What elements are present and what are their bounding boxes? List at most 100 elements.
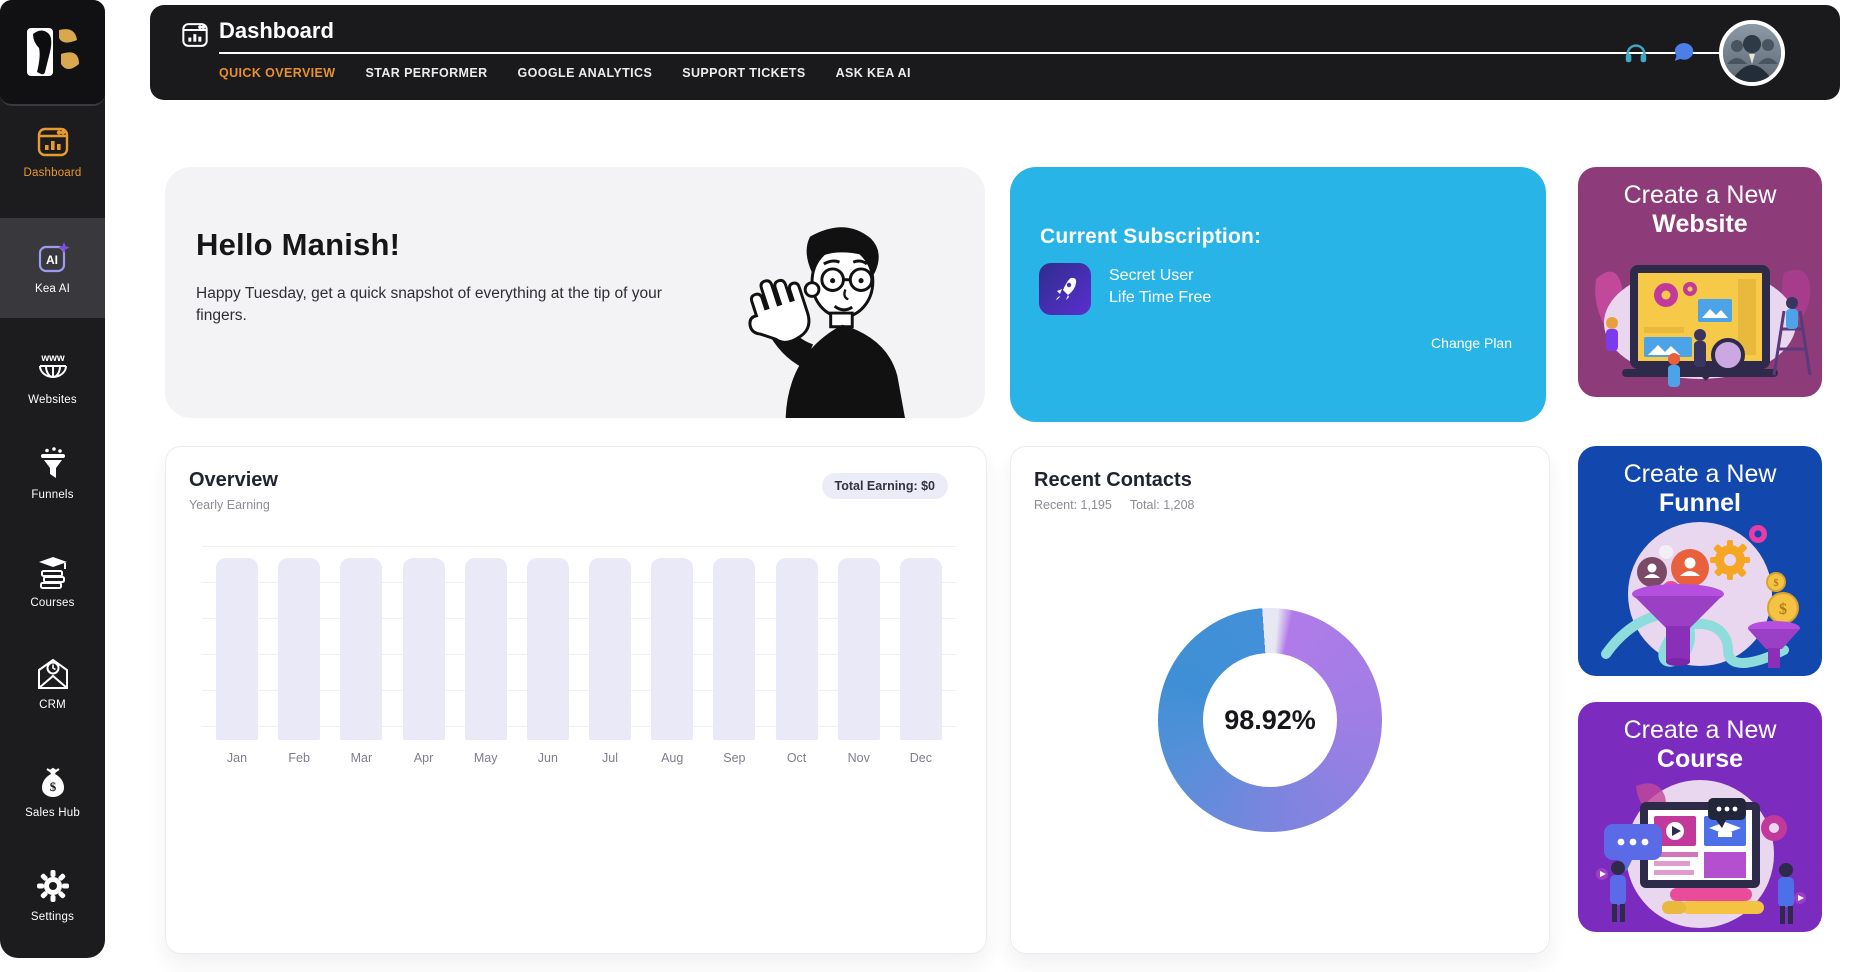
sidebar-item-crm[interactable]: CRM [0, 650, 105, 728]
app-logo[interactable] [0, 0, 105, 106]
settings-icon [35, 868, 71, 904]
header-tabs: QUICK OVERVIEW STAR PERFORMER GOOGLE ANA… [219, 62, 911, 84]
svg-text:$: $ [49, 779, 56, 794]
bar-month-label: May [474, 751, 498, 765]
bar-month-label: Nov [848, 751, 870, 765]
page-title: Dashboard [219, 18, 334, 44]
chat-icon[interactable] [1671, 40, 1697, 66]
courses-icon [35, 554, 71, 590]
svg-text:$: $ [1779, 601, 1787, 618]
svg-text:$: $ [1774, 578, 1779, 589]
create-website-card[interactable]: Create a New Website [1578, 167, 1822, 397]
sidebar-item-settings[interactable]: Settings [0, 862, 105, 940]
subscription-card: Current Subscription: Secret User Life T… [1010, 167, 1546, 422]
promo-line1: Create a New [1578, 181, 1822, 210]
plan-name: Secret User [1109, 267, 1193, 285]
bar-column: Jan [216, 558, 258, 765]
promo-line2: Website [1578, 210, 1822, 239]
create-course-card[interactable]: Create a New Course [1578, 702, 1822, 932]
bar [403, 558, 445, 740]
contacts-donut-chart: 98.92% [1158, 608, 1382, 832]
promo-line2: Funnel [1578, 489, 1822, 518]
sidebar-item-dashboard[interactable]: Dashboard [0, 118, 105, 210]
bar-month-label: Jul [602, 751, 618, 765]
svg-text:www: www [40, 353, 65, 364]
overview-title: Overview [189, 469, 278, 492]
tab-support-tickets[interactable]: SUPPORT TICKETS [682, 62, 805, 84]
contacts-recent: Recent: 1,195 [1034, 498, 1112, 512]
bar [278, 558, 320, 740]
sidebar-item-label: Kea AI [35, 283, 70, 295]
bar [589, 558, 631, 740]
tab-ask-kea-ai[interactable]: ASK KEA AI [836, 62, 911, 84]
bar-month-label: Mar [351, 751, 373, 765]
bar-column: Aug [651, 558, 693, 765]
bar-month-label: Feb [288, 751, 310, 765]
bar [776, 558, 818, 740]
website-illustration [1578, 239, 1822, 397]
bar [900, 558, 942, 740]
bar-column: May [465, 558, 507, 765]
dashboard-header-icon [180, 20, 210, 50]
overview-card: Overview Yearly Earning Total Earning: $… [165, 446, 987, 954]
rocket-icon [1050, 274, 1080, 304]
bar-month-label: Jun [538, 751, 558, 765]
greeting-card: Hello Manish! Happy Tuesday, get a quick… [165, 167, 985, 418]
bar-column: Dec [900, 558, 942, 765]
bar-month-label: Apr [414, 751, 433, 765]
sidebar-item-label: Websites [28, 394, 77, 406]
yearly-earning-bar-chart: Jan Feb Mar Apr May Jun Jul Aug Sep Oct Nov Dec [216, 546, 942, 796]
subscription-title: Current Subscription: [1040, 225, 1261, 249]
bar-group: Jan Feb Mar Apr May Jun Jul Aug Sep Oct Nov Dec [216, 558, 942, 765]
top-header: Dashboard QUICK OVERVIEW STAR PERFORMER … [150, 5, 1840, 100]
sidebar-item-label: Courses [30, 597, 74, 609]
total-earning-badge: Total Earning: $0 [822, 473, 948, 499]
sidebar-item-label: Funnels [31, 489, 73, 501]
dashboard-page: Dashboard AI Kea AI www Websites [0, 0, 1858, 972]
funnels-icon [35, 446, 71, 482]
tab-google-analytics[interactable]: GOOGLE ANALYTICS [518, 62, 653, 84]
kea-ai-icon: AI [35, 240, 71, 276]
change-plan-link[interactable]: Change Plan [1431, 335, 1512, 351]
promo-line1: Create a New [1578, 716, 1822, 745]
sidebar-item-label: CRM [39, 699, 66, 711]
bar-column: Apr [403, 558, 445, 765]
bar-column: Jun [527, 558, 569, 765]
avatar[interactable] [1719, 20, 1785, 86]
tab-star-performer[interactable]: STAR PERFORMER [366, 62, 488, 84]
sidebar-item-funnels[interactable]: Funnels [0, 440, 105, 520]
plan-type: Life Time Free [1109, 289, 1211, 307]
create-funnel-card[interactable]: Create a New Funnel [1578, 446, 1822, 676]
bar [527, 558, 569, 740]
bar-month-label: Jan [227, 751, 247, 765]
funnel-illustration: $ $ [1578, 516, 1822, 676]
waving-man-illustration [717, 210, 913, 418]
sidebar-item-kea-ai[interactable]: AI Kea AI [0, 218, 105, 318]
sidebar-item-courses[interactable]: Courses [0, 548, 105, 626]
donut-hole: 98.92% [1203, 653, 1337, 787]
tab-quick-overview[interactable]: QUICK OVERVIEW [219, 62, 336, 84]
headphones-icon[interactable] [1623, 40, 1649, 66]
bar-month-label: Oct [787, 751, 806, 765]
contacts-total: Total: 1,208 [1130, 498, 1195, 512]
avatar-photo [1723, 24, 1781, 82]
sales-hub-icon: $ [35, 764, 71, 800]
kea-logo-icon [21, 20, 85, 84]
crm-icon [35, 656, 71, 692]
bar-column: Feb [278, 558, 320, 765]
sidebar-item-label: Sales Hub [25, 807, 80, 819]
bar [651, 558, 693, 740]
sidebar-item-websites[interactable]: www Websites [0, 345, 105, 421]
contacts-stats: Recent: 1,195 Total: 1,208 [1034, 498, 1194, 512]
svg-text:AI: AI [46, 253, 58, 267]
bar-month-label: Sep [723, 751, 745, 765]
bar [713, 558, 755, 740]
bar-month-label: Dec [910, 751, 932, 765]
promo-line1: Create a New [1578, 460, 1822, 489]
plan-badge [1039, 263, 1091, 315]
sidebar-item-label: Dashboard [23, 167, 81, 179]
bar-column: Nov [838, 558, 880, 765]
header-divider [219, 52, 1730, 54]
bar [340, 558, 382, 740]
sidebar-item-sales-hub[interactable]: $ Sales Hub [0, 758, 105, 834]
